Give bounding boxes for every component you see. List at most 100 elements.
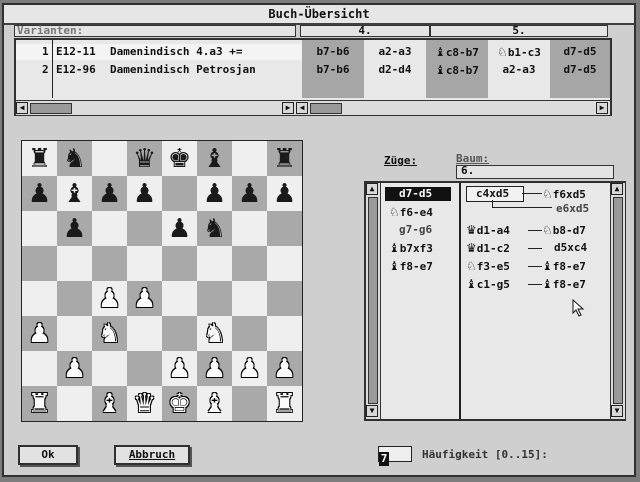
variants-hscroll[interactable]: ◀ ▶ ◀ ▶ [16, 100, 610, 115]
move-list-item[interactable]: d7-d5 [385, 187, 451, 201]
board-square[interactable] [22, 246, 57, 281]
board-square[interactable] [232, 246, 267, 281]
black-knight-icon[interactable]: ♞ [63, 146, 86, 172]
tree-move[interactable]: ♛d1-c2 [466, 241, 510, 255]
white-rook-icon[interactable]: ♜ [273, 391, 296, 417]
board-square[interactable]: ♜ [22, 386, 57, 421]
scroll-down-icon[interactable]: ▼ [366, 405, 378, 417]
board-square[interactable] [197, 281, 232, 316]
move-list-item[interactable]: ♝b7xf3 [385, 241, 451, 255]
board-square[interactable]: ♞ [197, 316, 232, 351]
white-knight-icon[interactable]: ♞ [203, 321, 226, 347]
white-queen-icon[interactable]: ♛ [133, 391, 156, 417]
board-square[interactable] [22, 211, 57, 246]
board-square[interactable]: ♞ [57, 141, 92, 176]
board-square[interactable]: ♟ [57, 351, 92, 386]
board-square[interactable]: ♟ [162, 211, 197, 246]
board-square[interactable]: ♟ [267, 351, 302, 386]
board-square[interactable]: ♜ [267, 141, 302, 176]
board-square[interactable]: ♚ [162, 141, 197, 176]
tree-move[interactable]: d5xc4 [554, 241, 587, 255]
tree-vscroll[interactable]: ▲ ▼ [610, 183, 625, 419]
white-pawn-icon[interactable]: ♟ [98, 286, 121, 312]
black-king-icon[interactable]: ♚ [168, 146, 191, 172]
board-square[interactable]: ♟ [127, 281, 162, 316]
tree-move[interactable]: ♘f6xd5 [542, 187, 586, 201]
board-square[interactable]: ♞ [197, 211, 232, 246]
white-pawn-icon[interactable]: ♟ [238, 356, 261, 382]
white-rook-icon[interactable]: ♜ [28, 391, 51, 417]
board-square[interactable] [267, 211, 302, 246]
tree-move[interactable]: ♘b8-d7 [542, 223, 586, 237]
board-square[interactable]: ♟ [92, 281, 127, 316]
moves-vscroll[interactable]: ▲ ▼ [366, 183, 381, 419]
board-square[interactable] [22, 281, 57, 316]
board-square[interactable] [57, 246, 92, 281]
board-square[interactable]: ♛ [127, 141, 162, 176]
board-square[interactable]: ♟ [22, 176, 57, 211]
frequency-input[interactable]: 7 [378, 446, 412, 466]
board-square[interactable]: ♟ [267, 176, 302, 211]
black-rook-icon[interactable]: ♜ [273, 146, 296, 172]
white-pawn-icon[interactable]: ♟ [203, 356, 226, 382]
tree-depth-field[interactable]: 6. [456, 165, 614, 179]
board-square[interactable] [162, 176, 197, 211]
move-list-item[interactable]: ♘f6-e4 [385, 205, 451, 219]
white-pawn-icon[interactable]: ♟ [273, 356, 296, 382]
chess-board[interactable]: ♜ ♞ ♛ ♚ ♝ ♜ ♟ ♝ ♟ ♟ ♟ ♟ ♟ ♟ ♟ ♞ ♟ ♟ ♟ ♞ ♞ ♟ ♟ ♟ ♟ ♟ ♜ ♝ ♛ ♚ ♝ ♜ [21, 140, 303, 422]
board-square[interactable] [197, 246, 232, 281]
board-square[interactable]: ♟ [232, 176, 267, 211]
black-pawn-icon[interactable]: ♟ [168, 216, 191, 242]
board-square[interactable] [232, 316, 267, 351]
white-king-icon[interactable]: ♚ [168, 391, 191, 417]
variant-row-1[interactable]: 1 E12-11 Damenindisch 4.a3 += [16, 44, 302, 60]
board-square[interactable]: ♚ [162, 386, 197, 421]
scroll-right-icon[interactable]: ▶ [596, 102, 608, 114]
white-pawn-icon[interactable]: ♟ [133, 286, 156, 312]
board-square[interactable]: ♟ [162, 351, 197, 386]
black-bishop-icon[interactable]: ♝ [63, 181, 86, 207]
scroll-thumb[interactable] [368, 197, 378, 404]
ok-button[interactable]: Ok [18, 445, 78, 465]
white-bishop-icon[interactable]: ♝ [98, 391, 121, 417]
scroll-up-icon[interactable]: ▲ [366, 183, 378, 195]
scroll-up-icon[interactable]: ▲ [611, 183, 623, 195]
board-square[interactable] [267, 281, 302, 316]
white-pawn-icon[interactable]: ♟ [168, 356, 191, 382]
board-square[interactable]: ♟ [232, 351, 267, 386]
tree-move[interactable]: ♛d1-a4 [466, 223, 510, 237]
board-square[interactable]: ♝ [92, 386, 127, 421]
tree-move[interactable]: ♝f8-e7 [542, 259, 586, 273]
board-square[interactable] [162, 316, 197, 351]
black-bishop-icon[interactable]: ♝ [203, 146, 226, 172]
board-square[interactable] [127, 246, 162, 281]
scroll-thumb[interactable] [30, 103, 72, 114]
white-bishop-icon[interactable]: ♝ [203, 391, 226, 417]
board-square[interactable] [267, 316, 302, 351]
board-square[interactable] [92, 351, 127, 386]
variant-row-2[interactable]: 2 E12-96 Damenindisch Petrosjan [16, 62, 302, 78]
board-square[interactable]: ♟ [92, 176, 127, 211]
board-square[interactable]: ♝ [197, 141, 232, 176]
board-square[interactable] [127, 316, 162, 351]
board-square[interactable] [232, 281, 267, 316]
black-pawn-icon[interactable]: ♟ [28, 181, 51, 207]
board-square[interactable] [92, 211, 127, 246]
board-square[interactable] [162, 281, 197, 316]
board-square[interactable] [232, 386, 267, 421]
scroll-right-icon[interactable]: ▶ [282, 102, 294, 114]
board-square[interactable]: ♟ [22, 316, 57, 351]
board-square[interactable]: ♜ [22, 141, 57, 176]
move-list-item[interactable]: g7-g6 [385, 223, 451, 237]
black-queen-icon[interactable]: ♛ [133, 146, 156, 172]
tree-move[interactable]: ♝c1-g5 [466, 277, 510, 291]
board-square[interactable]: ♟ [127, 176, 162, 211]
board-square[interactable] [127, 211, 162, 246]
black-knight-icon[interactable]: ♞ [203, 216, 226, 242]
tree-move[interactable]: ♘f3-e5 [466, 259, 510, 273]
tree-move[interactable]: ♝f8-e7 [542, 277, 586, 291]
board-square[interactable] [162, 246, 197, 281]
board-square[interactable] [92, 141, 127, 176]
board-square[interactable] [92, 246, 127, 281]
board-square[interactable]: ♝ [197, 386, 232, 421]
